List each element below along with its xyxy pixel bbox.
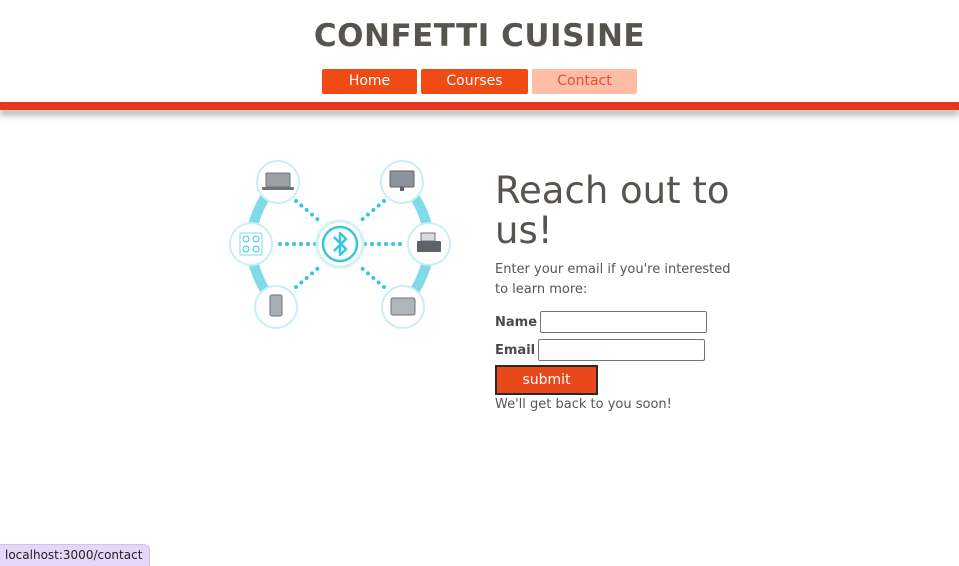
name-label: Name (495, 314, 538, 330)
status-bar-url: localhost:3000/contact (0, 544, 151, 566)
speaker-icon (229, 222, 273, 266)
nav-contact-link[interactable]: Contact (532, 69, 637, 94)
laptop-icon (256, 160, 300, 204)
contact-heading: Reach out to us! (495, 169, 730, 252)
name-input[interactable] (540, 311, 708, 333)
tablet-icon (381, 285, 425, 329)
email-label: Email (495, 342, 536, 358)
bluetooth-icon (315, 219, 365, 269)
name-row: Name (495, 309, 708, 335)
header-divider (0, 102, 959, 110)
site-title: CONFETTI CUISINE (313, 18, 646, 54)
main-nav: Home Courses Contact (0, 69, 959, 94)
phone-icon (254, 285, 298, 329)
nav-home-link[interactable]: Home (322, 69, 417, 94)
nav-courses-link[interactable]: Courses (421, 69, 528, 94)
submit-button[interactable]: submit (495, 365, 598, 395)
contact-note: We'll get back to you soon! (495, 397, 672, 412)
printer-icon (407, 222, 451, 266)
email-input[interactable] (538, 339, 706, 361)
contact-intro: Enter your email if you're interested to… (495, 262, 731, 297)
monitor-icon (380, 160, 424, 204)
email-row: Email (495, 337, 706, 363)
bluetooth-devices-illustration (229, 160, 451, 329)
